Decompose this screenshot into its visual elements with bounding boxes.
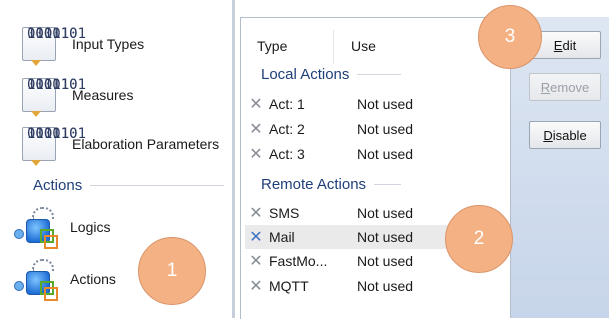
nav-item-logics[interactable]: Logics	[14, 207, 111, 249]
not-used-x-icon: ✕	[249, 278, 263, 295]
nav-item-measures[interactable]: 1001101 001010 1101 Measures	[22, 78, 133, 117]
nav-item-elaboration-parameters[interactable]: 1001101 001010 1101 Elaboration Parameters	[22, 127, 219, 166]
action-name: Act: 2	[269, 121, 305, 137]
nav-item-actions[interactable]: Actions	[14, 259, 116, 301]
action-name: SMS	[269, 205, 300, 221]
actions-icon	[14, 259, 58, 301]
disable-label-rest: isable	[552, 127, 587, 143]
actions-list: Type Use Local Actions ✕ Act: 1 Not used…	[240, 17, 510, 319]
pane-splitter[interactable]	[232, 0, 235, 318]
callout-badge-1: 1	[138, 237, 206, 305]
action-use: Not used	[357, 121, 414, 137]
remove-accelerator: R	[540, 79, 551, 95]
nav-item-label: Logics	[70, 219, 111, 235]
group-title: Local Actions	[261, 66, 350, 83]
group-title: Remote Actions	[261, 176, 367, 193]
not-used-x-icon: ✕	[249, 229, 263, 246]
logic-icon	[14, 207, 58, 249]
action-name: Act: 1	[269, 96, 305, 112]
list-item[interactable]: ✕ Act: 3 Not used	[245, 142, 507, 166]
not-used-x-icon: ✕	[249, 96, 263, 113]
not-used-x-icon: ✕	[249, 253, 263, 270]
disable-button[interactable]: Disable	[529, 121, 601, 149]
not-used-x-icon: ✕	[249, 121, 263, 138]
column-header-use[interactable]: Use	[351, 38, 376, 54]
remove-button[interactable]: Remove	[529, 73, 601, 101]
action-use: Not used	[357, 205, 414, 221]
group-header-remote-actions: Remote Actions	[261, 176, 401, 193]
action-use: Not used	[357, 146, 414, 162]
disable-accelerator: D	[543, 127, 553, 143]
list-item[interactable]: ✕ MQTT Not used	[245, 274, 507, 298]
section-title: Actions	[33, 177, 83, 194]
binary-data-icon: 1001101 001010 1101	[22, 78, 86, 117]
not-used-x-icon: ✕	[249, 205, 263, 222]
list-item[interactable]: ✕ Act: 2 Not used	[245, 117, 507, 141]
binary-data-icon: 1001101 001010 1101	[22, 27, 86, 66]
group-divider	[357, 74, 401, 75]
callout-badge-2: 2	[445, 205, 513, 273]
action-use: Not used	[357, 229, 414, 245]
action-use: Not used	[357, 253, 414, 269]
not-used-x-icon: ✕	[249, 146, 263, 163]
edit-accelerator: E	[553, 37, 563, 53]
action-name: Mail	[269, 229, 295, 245]
edit-label-rest: dit	[562, 37, 577, 53]
section-header-actions: Actions	[33, 177, 224, 194]
group-header-local-actions: Local Actions	[261, 66, 401, 83]
nav-item-label: Actions	[70, 271, 116, 287]
section-divider	[90, 185, 224, 186]
remove-label-rest: emove	[550, 79, 590, 95]
column-header-type[interactable]: Type	[257, 38, 287, 54]
callout-badge-3: 3	[478, 5, 542, 69]
action-name: FastMo...	[269, 253, 328, 269]
action-name: Act: 3	[269, 146, 305, 162]
list-item[interactable]: ✕ Act: 1 Not used	[245, 92, 507, 116]
group-divider	[374, 184, 401, 185]
action-use: Not used	[357, 96, 414, 112]
nav-item-input-types[interactable]: 1001101 001010 1101 Input Types	[22, 27, 144, 66]
binary-data-icon: 1001101 001010 1101	[22, 127, 86, 166]
action-use: Not used	[357, 278, 414, 294]
column-separator[interactable]	[333, 30, 334, 64]
action-name: MQTT	[269, 278, 309, 294]
